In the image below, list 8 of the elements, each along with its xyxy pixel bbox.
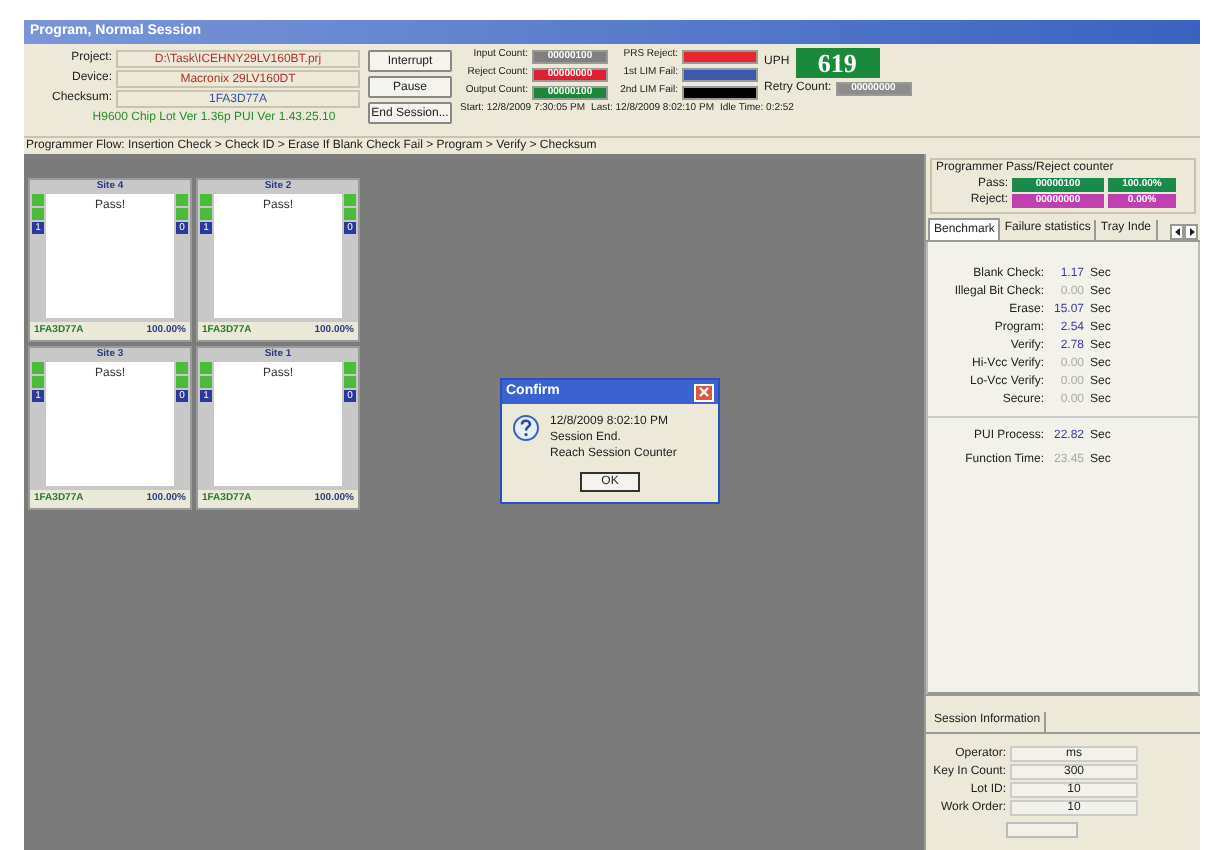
close-button[interactable] xyxy=(694,383,714,401)
right-arrow-icon xyxy=(1187,228,1195,236)
close-icon xyxy=(698,386,710,398)
uph-display: 619 xyxy=(795,48,880,78)
left-arrow-icon xyxy=(1173,228,1181,236)
scroll-right-button[interactable] xyxy=(1184,224,1198,240)
scroll-left-button[interactable] xyxy=(1170,224,1184,240)
question-icon xyxy=(512,414,540,442)
